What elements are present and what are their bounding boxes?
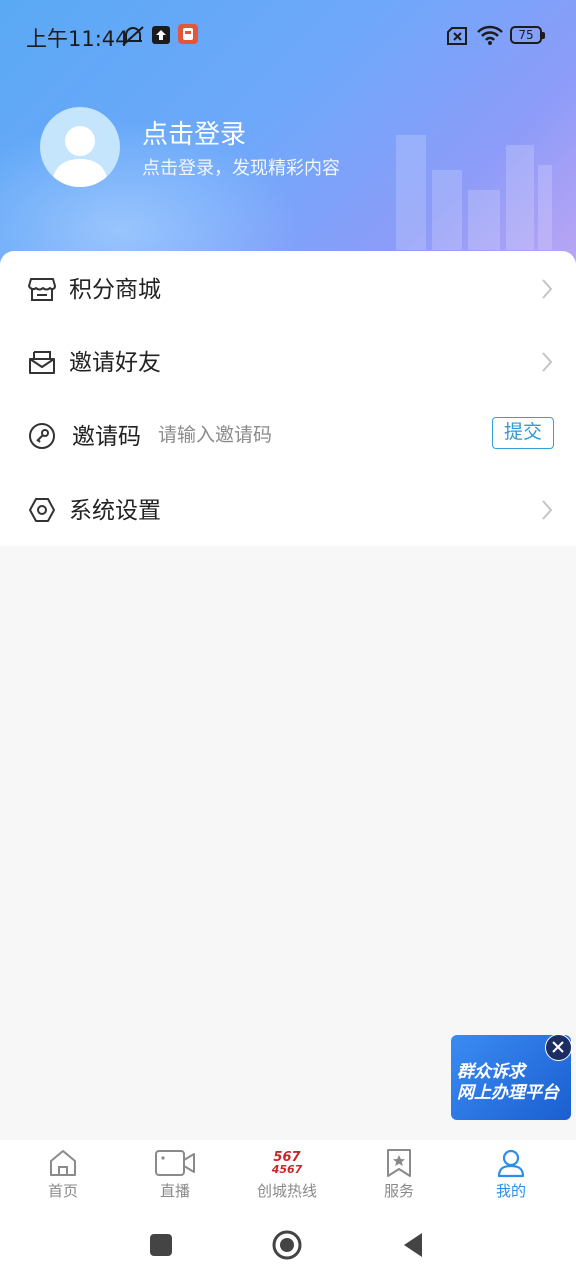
tab-home[interactable]: 首页 [8, 1148, 118, 1210]
tab-live[interactable]: 直播 [120, 1148, 230, 1210]
invite-code-input[interactable]: 请输入邀请码 [158, 420, 272, 447]
wifi-icon [477, 25, 503, 45]
tab-services[interactable]: 服务 [344, 1148, 454, 1210]
tab-label: 创城热线 [256, 1182, 317, 1200]
hotline-number-bottom: 4567 [271, 1163, 303, 1176]
header-decoration [396, 135, 426, 250]
system-nav-bar [0, 1210, 576, 1280]
tab-label: 服务 [383, 1182, 414, 1200]
header-decoration [468, 190, 500, 250]
home-button-icon[interactable] [272, 1230, 302, 1260]
hotline-icon: 567 4567 [269, 1148, 305, 1178]
battery-icon: 75 [510, 26, 545, 44]
status-bar: 上午11:44 75 [0, 0, 576, 72]
login-subtitle: 点击登录，发现精彩内容 [142, 158, 340, 179]
login-title[interactable]: 点击登录 [142, 114, 246, 151]
back-icon[interactable] [402, 1232, 424, 1258]
upload-icon [152, 26, 170, 44]
close-icon [552, 1041, 564, 1053]
sim-off-icon [447, 27, 467, 45]
key-icon [29, 423, 55, 449]
menu-label: 邀请码 [72, 424, 141, 450]
menu-label: 系统设置 [69, 498, 161, 524]
close-button[interactable] [545, 1034, 572, 1061]
avatar[interactable] [40, 107, 120, 187]
chevron-right-icon [542, 279, 553, 299]
banner-line-2: 网上办理平台 [457, 1083, 559, 1103]
app-notification-icon [178, 24, 198, 44]
home-icon [50, 1150, 76, 1176]
envelope-icon [29, 351, 55, 374]
bottom-tab-bar: 首页 直播 567 4567 创城热线 服务 我的 [0, 1140, 576, 1210]
tab-me[interactable]: 我的 [456, 1148, 566, 1210]
store-icon [28, 278, 56, 301]
tab-hotline[interactable]: 567 4567 创城热线 [232, 1148, 342, 1210]
menu-item-invite-code: 邀请码 请输入邀请码 提交 [0, 398, 576, 472]
user-silhouette-icon [52, 126, 108, 187]
video-camera-icon [155, 1150, 195, 1176]
menu-item-invite-friends[interactable]: 邀请好友 [0, 324, 576, 398]
petition-platform-banner[interactable]: 群众诉求 网上办理平台 [451, 1034, 572, 1120]
user-icon [497, 1149, 525, 1178]
recent-apps-icon[interactable] [150, 1234, 172, 1256]
bookmark-star-icon [387, 1149, 411, 1177]
settings-hexagon-icon [29, 498, 55, 522]
chevron-right-icon [542, 500, 553, 520]
header-decoration [538, 165, 552, 250]
chevron-right-icon [542, 352, 553, 372]
menu-card: 积分商城 邀请好友 邀请码 请输入邀请码 提交 系统设置 [0, 251, 576, 546]
submit-button[interactable]: 提交 [492, 417, 554, 449]
menu-item-settings[interactable]: 系统设置 [0, 472, 576, 546]
menu-item-points-mall[interactable]: 积分商城 [0, 251, 576, 325]
mute-bell-icon [122, 26, 144, 46]
tab-label: 直播 [159, 1182, 190, 1200]
status-time: 上午11:44 [26, 27, 129, 51]
menu-label: 积分商城 [69, 277, 161, 303]
menu-label: 邀请好友 [69, 350, 161, 376]
tab-label: 首页 [47, 1182, 78, 1200]
header-decoration [506, 145, 534, 250]
tab-label: 我的 [495, 1182, 526, 1200]
header-decoration [432, 170, 462, 250]
